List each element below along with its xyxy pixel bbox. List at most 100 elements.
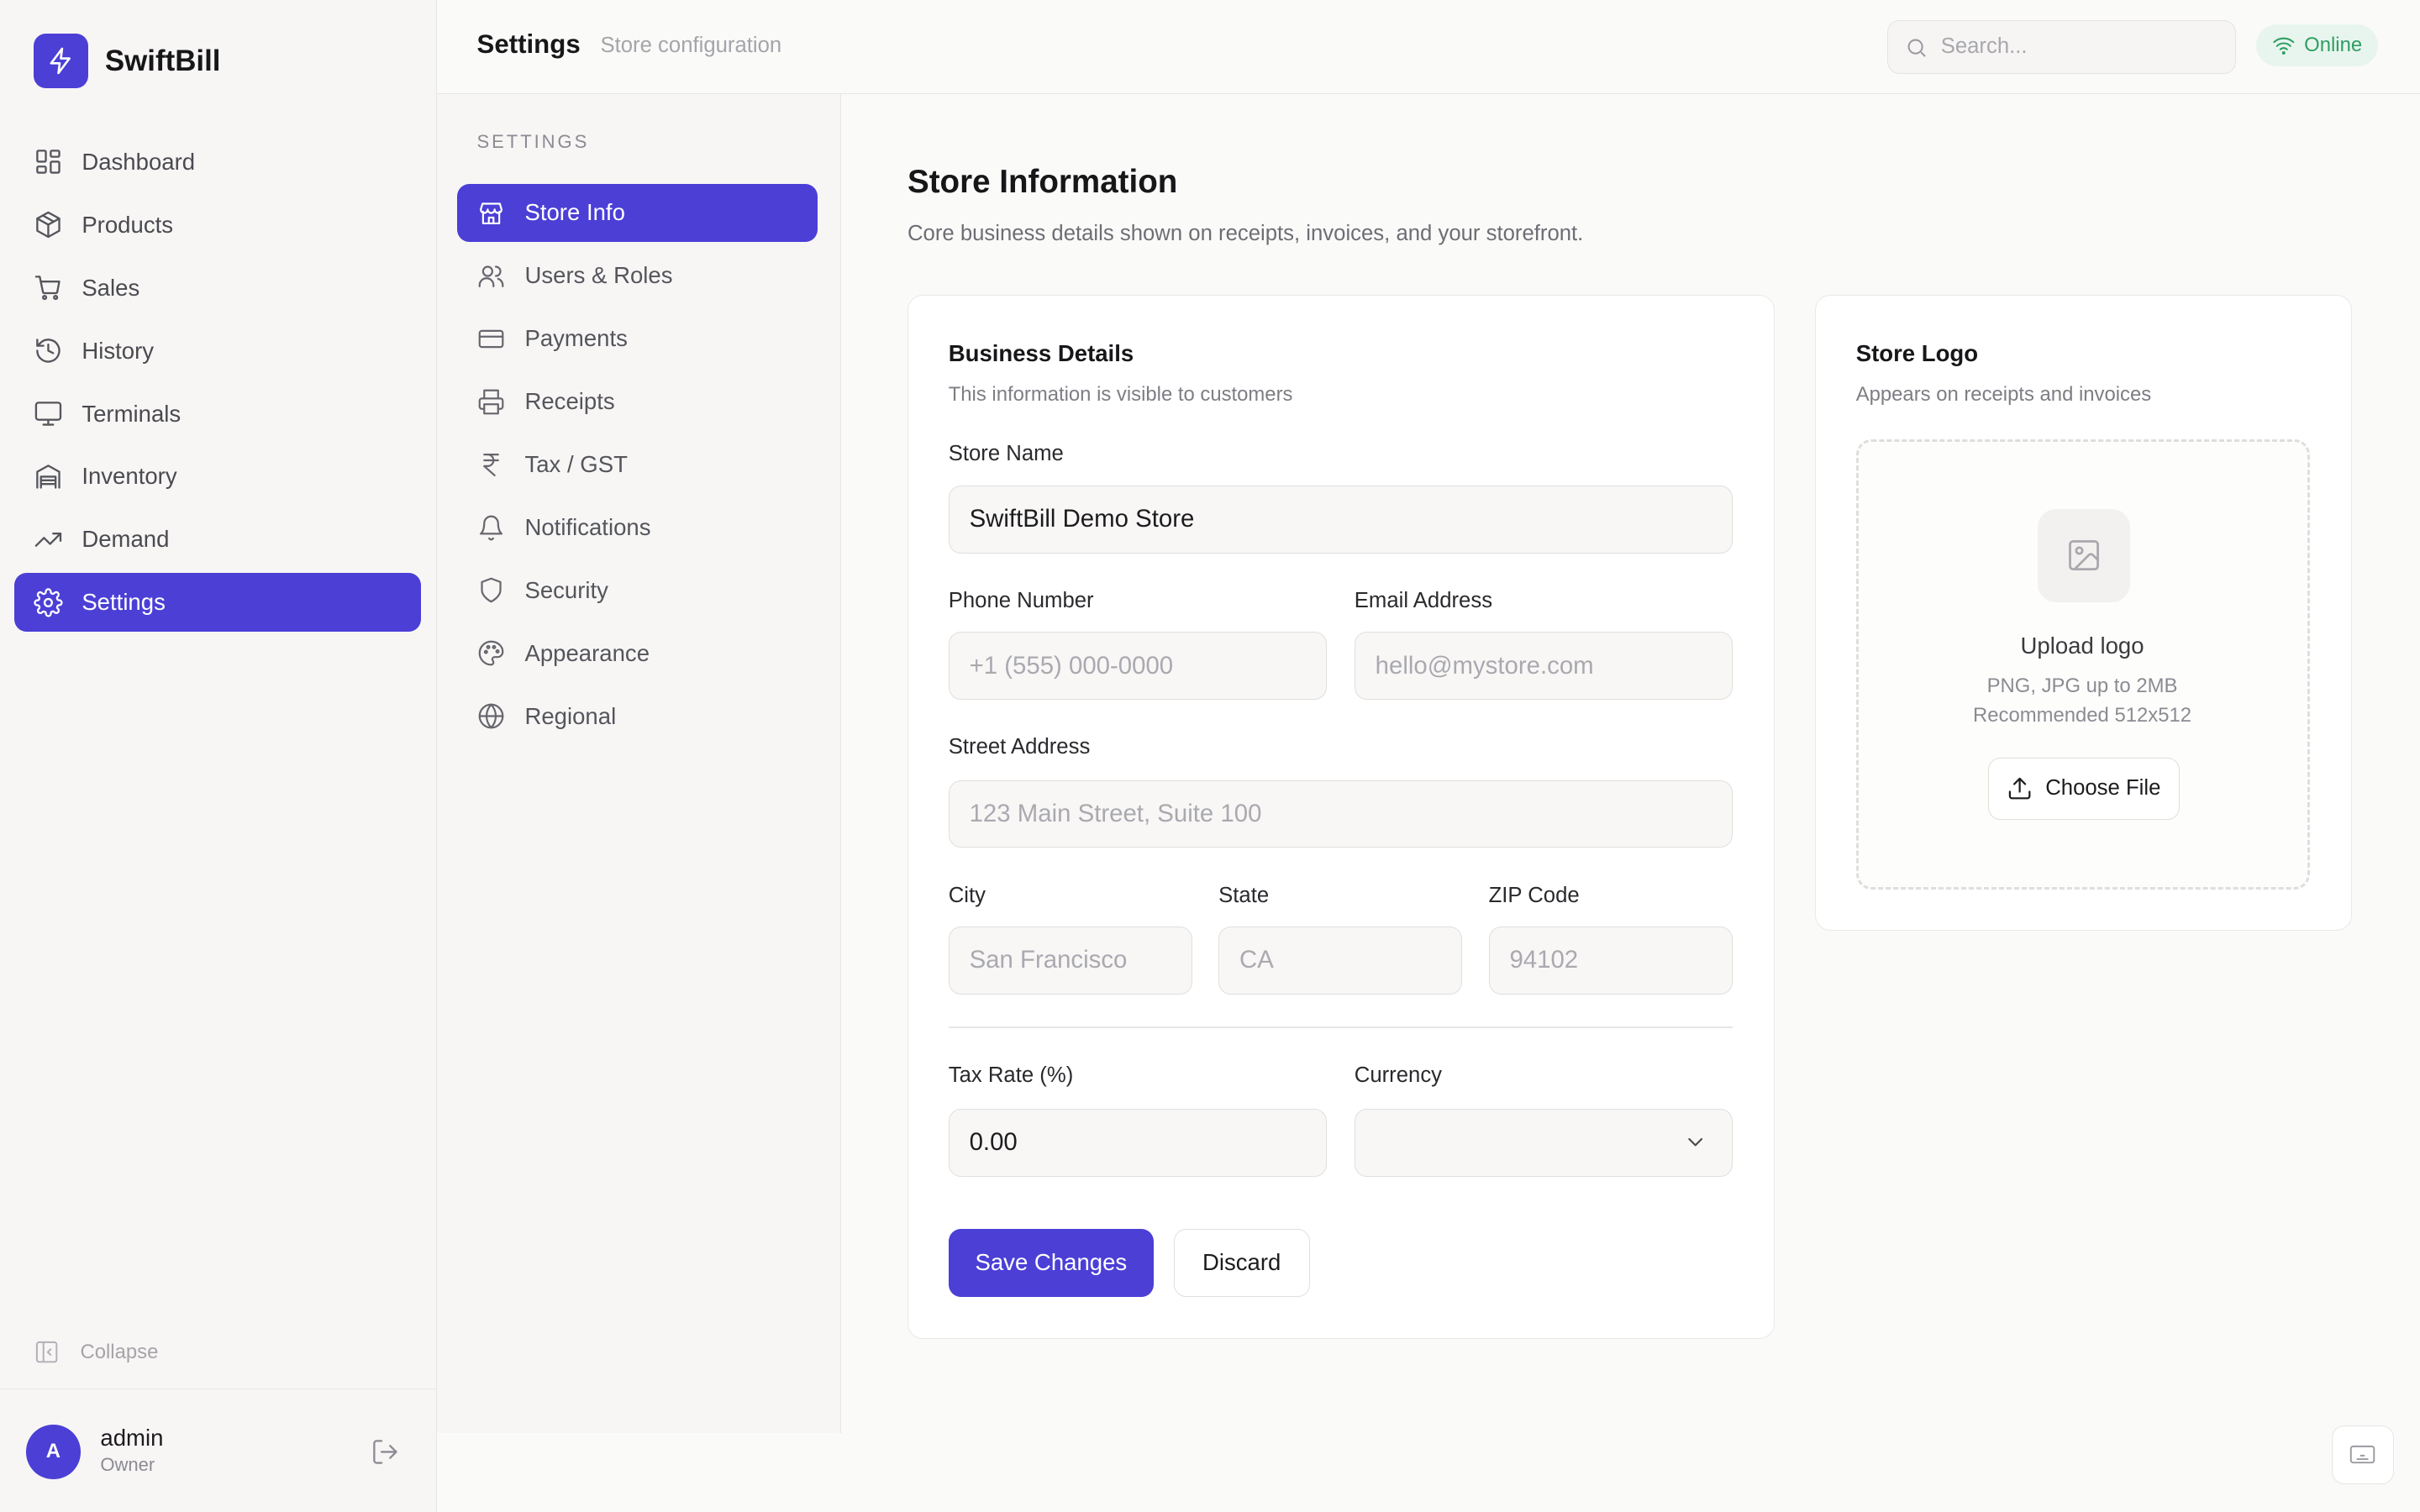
top-header: Settings Store configuration Online bbox=[436, 0, 2420, 95]
image-icon bbox=[2068, 540, 2099, 571]
store-icon bbox=[479, 202, 502, 224]
upload-hint-size: Recommended 512x512 bbox=[1973, 703, 2192, 727]
card-title: Store Logo bbox=[1855, 340, 1979, 367]
sidebar-collapse-icon bbox=[36, 1341, 58, 1363]
nav-item-inventory[interactable]: Inventory bbox=[14, 448, 422, 507]
phone-input[interactable] bbox=[948, 632, 1327, 700]
card-subtitle: This information is visible to customers bbox=[948, 383, 1293, 407]
dashboard-icon bbox=[36, 150, 61, 175]
palette-icon bbox=[478, 641, 503, 666]
status-label: Online bbox=[2304, 34, 2363, 57]
phone-label: Phone Number bbox=[948, 588, 1094, 612]
globe-icon bbox=[478, 703, 503, 729]
street-input[interactable] bbox=[948, 780, 1733, 848]
settings-tab-label: Security bbox=[524, 576, 608, 603]
store-name-label: Store Name bbox=[948, 442, 1064, 466]
settings-tab-label: Appearance bbox=[524, 639, 650, 666]
nav-item-sales[interactable]: Sales bbox=[14, 259, 422, 318]
user-profile: A admin Owner bbox=[0, 1389, 437, 1512]
gear-icon bbox=[34, 588, 63, 617]
section-title: Store Information bbox=[907, 163, 1178, 200]
settings-tab-receipts[interactable]: Receipts bbox=[457, 372, 818, 431]
settings-tab-regional[interactable]: Regional bbox=[457, 687, 818, 746]
nav-item-demand[interactable]: Demand bbox=[14, 510, 422, 569]
nav-item-settings[interactable]: Settings bbox=[13, 573, 422, 633]
city-input[interactable] bbox=[948, 927, 1192, 995]
card-title: Business Details bbox=[948, 340, 1134, 367]
business-details-card: Business Details This information is vis… bbox=[907, 294, 1776, 1340]
settings-nav-heading: SETTINGS bbox=[476, 131, 590, 153]
search-input[interactable] bbox=[1940, 20, 2227, 72]
chevron-down-icon bbox=[1688, 1138, 1703, 1147]
street-label: Street Address bbox=[948, 735, 1091, 759]
discard-button[interactable]: Discard bbox=[1173, 1229, 1310, 1297]
brand[interactable]: SwiftBill bbox=[34, 34, 221, 88]
bell-icon bbox=[479, 515, 502, 540]
logout-button[interactable] bbox=[371, 1437, 400, 1467]
store-name-input[interactable] bbox=[948, 485, 1733, 554]
save-changes-button[interactable]: Save Changes bbox=[948, 1229, 1154, 1297]
store-logo-card: Store Logo Appears on receipts and invoi… bbox=[1814, 294, 2353, 931]
printer-icon bbox=[478, 389, 503, 415]
package-icon bbox=[36, 212, 61, 239]
state-input[interactable] bbox=[1218, 927, 1463, 995]
nav-item-products[interactable]: Products bbox=[14, 196, 422, 255]
avatar[interactable]: A bbox=[26, 1425, 81, 1479]
users-icon bbox=[478, 265, 503, 287]
warehouse-icon bbox=[36, 465, 61, 489]
zip-label: ZIP Code bbox=[1488, 883, 1580, 907]
divider bbox=[948, 1026, 1733, 1029]
lightning-logo-icon bbox=[34, 34, 88, 88]
credit-card-icon bbox=[478, 329, 503, 349]
zip-input[interactable] bbox=[1488, 927, 1733, 995]
upload-hint-formats: PNG, JPG up to 2MB bbox=[1986, 674, 2178, 697]
nav-item-label: Inventory bbox=[82, 463, 177, 490]
user-name: admin bbox=[100, 1425, 164, 1452]
collapse-label: Collapse bbox=[80, 1340, 159, 1363]
user-role: Owner bbox=[100, 1454, 155, 1476]
choose-file-button[interactable]: Choose File bbox=[1987, 758, 2180, 820]
main-sidebar: SwiftBill Dashboard Products Sales Histo… bbox=[0, 0, 437, 1512]
rupee-icon bbox=[482, 453, 499, 476]
page-subtitle: Store configuration bbox=[600, 34, 782, 58]
settings-tab-payments[interactable]: Payments bbox=[457, 309, 818, 368]
email-input[interactable] bbox=[1354, 632, 1733, 700]
card-subtitle: Appears on receipts and invoices bbox=[1855, 383, 2152, 407]
nav-item-history[interactable]: History bbox=[14, 322, 422, 381]
cart-icon bbox=[35, 276, 61, 301]
search-box bbox=[1887, 19, 2237, 75]
settings-tab-store-info[interactable]: Store Info bbox=[456, 183, 818, 243]
email-label: Email Address bbox=[1354, 588, 1493, 612]
nav-item-label: History bbox=[82, 337, 155, 364]
tax-rate-input[interactable] bbox=[948, 1108, 1327, 1177]
status-badge: Online bbox=[2256, 24, 2378, 66]
settings-tab-users-roles[interactable]: Users & Roles bbox=[457, 246, 818, 305]
settings-tab-tax-gst[interactable]: Tax / GST bbox=[457, 435, 818, 494]
tax-rate-label: Tax Rate (%) bbox=[948, 1063, 1074, 1088]
settings-tab-label: Receipts bbox=[524, 388, 615, 415]
brand-name: SwiftBill bbox=[104, 44, 221, 77]
settings-tab-security[interactable]: Security bbox=[457, 561, 818, 620]
nav-item-label: Settings bbox=[82, 589, 166, 616]
nav-item-terminals[interactable]: Terminals bbox=[14, 385, 422, 444]
currency-select[interactable] bbox=[1354, 1108, 1733, 1177]
settings-tab-label: Notifications bbox=[524, 514, 651, 541]
nav-item-label: Demand bbox=[82, 526, 170, 553]
history-icon bbox=[36, 339, 61, 363]
collapse-button[interactable]: Collapse bbox=[34, 1339, 158, 1365]
wifi-icon bbox=[2272, 38, 2294, 55]
logo-dropzone[interactable]: Upload logo PNG, JPG up to 2MB Recommend… bbox=[1855, 438, 2310, 890]
logout-icon bbox=[372, 1440, 397, 1464]
settings-tab-label: Users & Roles bbox=[524, 262, 673, 289]
settings-tab-notifications[interactable]: Notifications bbox=[457, 498, 818, 557]
settings-tab-label: Store Info bbox=[524, 199, 625, 226]
nav-item-label: Dashboard bbox=[82, 148, 196, 175]
settings-nav: SETTINGS Store Info Users & Roles Paymen… bbox=[436, 94, 841, 1434]
settings-tab-appearance[interactable]: Appearance bbox=[457, 624, 818, 683]
currency-label: Currency bbox=[1354, 1063, 1443, 1088]
section-description: Core business details shown on receipts,… bbox=[907, 222, 1584, 246]
nav-item-dashboard[interactable]: Dashboard bbox=[14, 133, 422, 192]
settings-tab-label: Payments bbox=[524, 325, 628, 352]
keyboard-shortcuts-button[interactable] bbox=[2332, 1425, 2394, 1484]
nav-item-label: Products bbox=[82, 211, 174, 238]
